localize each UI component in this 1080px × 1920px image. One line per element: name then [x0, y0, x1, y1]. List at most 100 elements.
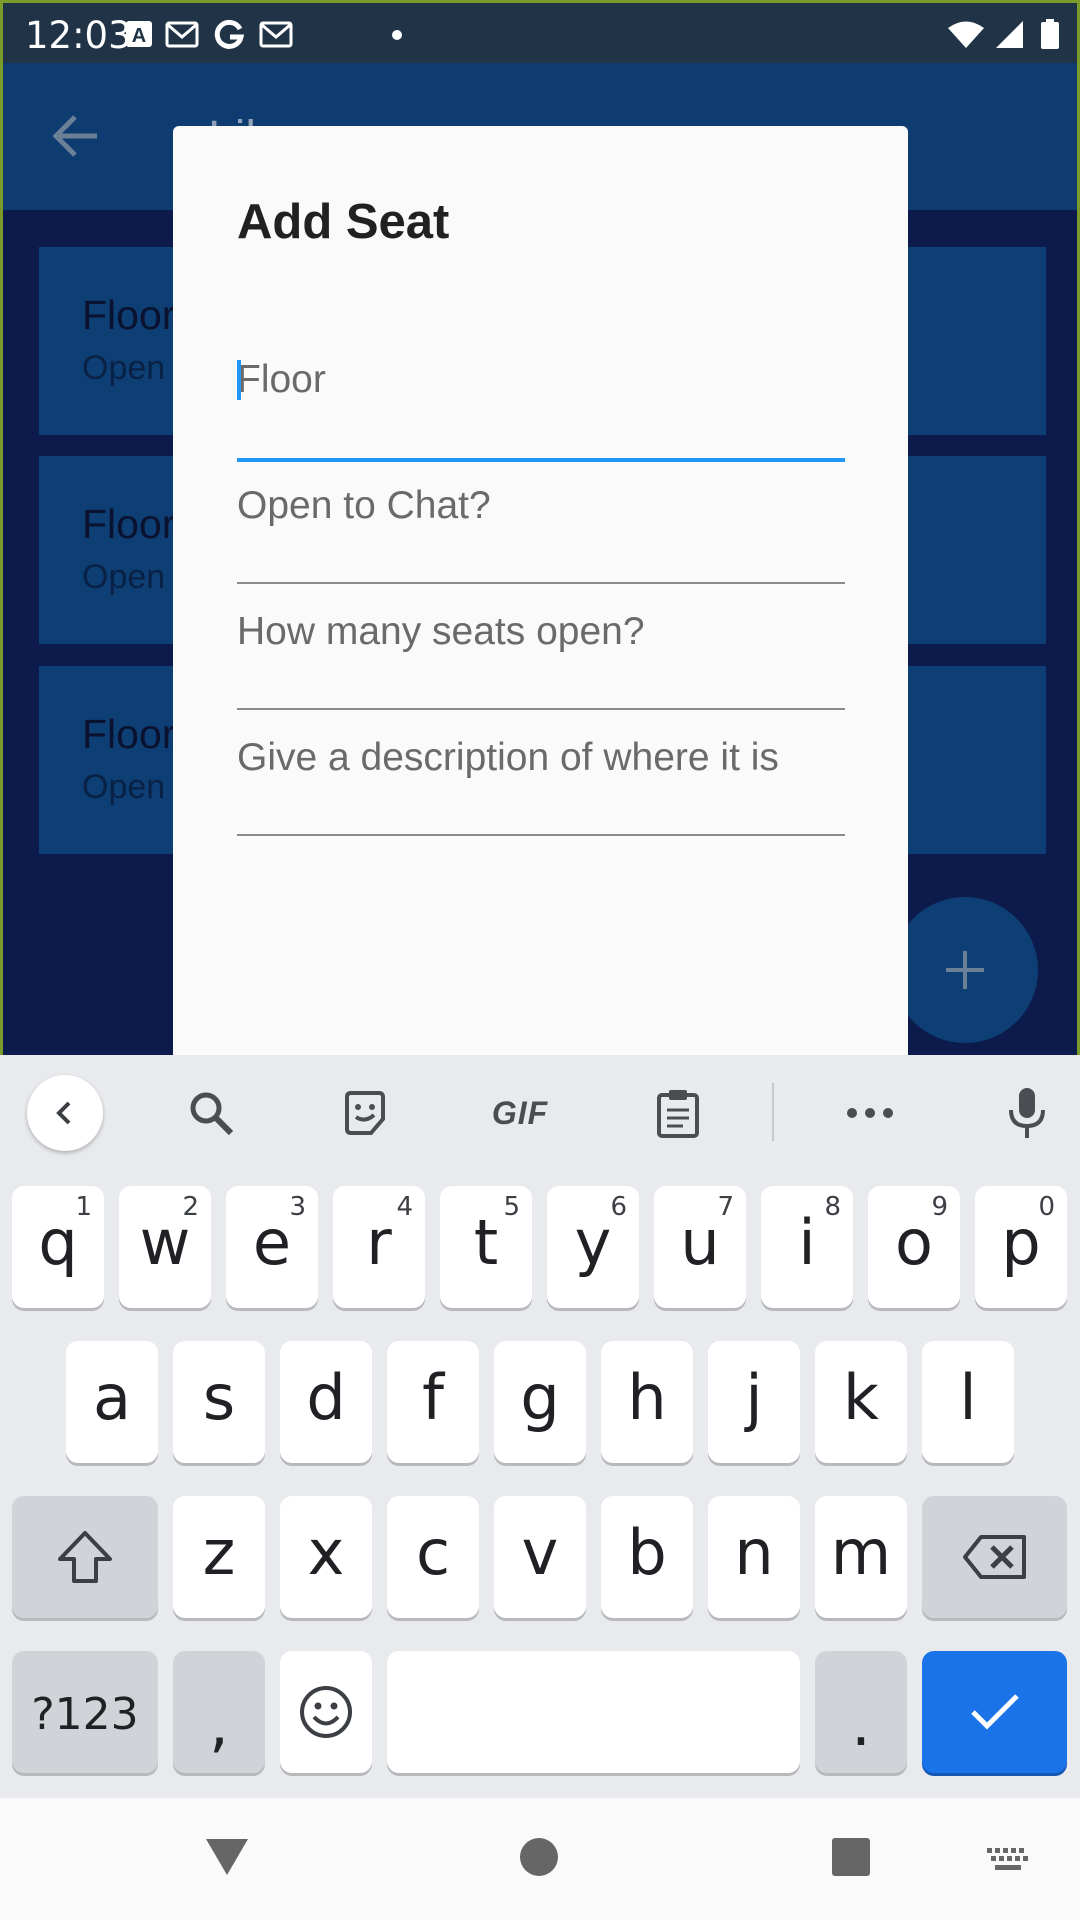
comma-key[interactable]: ,	[173, 1651, 265, 1773]
shift-key[interactable]	[12, 1496, 158, 1618]
key-d[interactable]: d	[280, 1341, 372, 1463]
key-label: i	[798, 1206, 816, 1279]
space-key[interactable]	[387, 1651, 800, 1773]
clipboard-icon	[657, 1090, 699, 1138]
key-i[interactable]: 8 i	[761, 1186, 853, 1308]
key-e[interactable]: 3 e	[226, 1186, 318, 1308]
key-label: s	[202, 1361, 236, 1434]
clipboard-button[interactable]	[640, 1075, 716, 1151]
symbols-key[interactable]: ?123	[12, 1651, 158, 1773]
key-y[interactable]: 6 y	[547, 1186, 639, 1308]
key-label: ?123	[31, 1689, 139, 1740]
key-label: v	[521, 1516, 559, 1589]
search-button[interactable]	[173, 1075, 249, 1151]
seat-floor-label: Floor	[82, 501, 176, 547]
key-a[interactable]: a	[66, 1341, 158, 1463]
text-cursor	[237, 360, 241, 400]
key-label: z	[202, 1516, 236, 1589]
open-to-chat-field[interactable]: Open to Chat?	[237, 464, 845, 584]
soft-keyboard: GIF 1 q 2 w 3 e 4 r 5 t 6 y 7 u 8 i 9 o …	[0, 1055, 1080, 1798]
toolbar-back-button[interactable]	[27, 1075, 103, 1151]
gif-label: GIF	[491, 1094, 549, 1131]
key-l[interactable]: l	[922, 1341, 1014, 1463]
google-icon	[214, 19, 245, 49]
emoji-key[interactable]	[280, 1651, 372, 1773]
home-icon[interactable]	[519, 1837, 559, 1877]
toolbar-divider	[772, 1083, 774, 1141]
key-n[interactable]: n	[708, 1496, 800, 1618]
key-label: .	[851, 1687, 871, 1760]
sticker-icon	[345, 1091, 385, 1135]
key-label: h	[627, 1361, 667, 1434]
battery-icon	[1041, 19, 1059, 49]
key-v[interactable]: v	[494, 1496, 586, 1618]
key-f[interactable]: f	[387, 1341, 479, 1463]
key-h[interactable]: h	[601, 1341, 693, 1463]
key-label: c	[415, 1516, 451, 1589]
key-label: k	[843, 1361, 879, 1434]
seats-open-field[interactable]: How many seats open?	[237, 590, 845, 710]
notification-dot	[392, 30, 402, 40]
key-label: t	[473, 1206, 499, 1279]
open-to-chat-placeholder: Open to Chat?	[237, 484, 491, 527]
floor-placeholder: Floor	[237, 358, 326, 401]
key-c[interactable]: c	[387, 1496, 479, 1618]
key-label: y	[574, 1206, 612, 1279]
add-seat-fab[interactable]	[892, 897, 1038, 1043]
key-p[interactable]: 0 p	[975, 1186, 1067, 1308]
more-button[interactable]	[832, 1075, 908, 1151]
status-time: 12:03	[25, 14, 132, 57]
description-placeholder: Give a description of where it is	[237, 736, 779, 779]
key-label: ,	[209, 1687, 229, 1760]
signal-icon	[996, 21, 1023, 48]
key-t[interactable]: 5 t	[440, 1186, 532, 1308]
key-b[interactable]: b	[601, 1496, 693, 1618]
seat-open-label: Open	[82, 349, 166, 387]
key-u[interactable]: 7 u	[654, 1186, 746, 1308]
key-label: b	[627, 1516, 667, 1589]
recents-icon[interactable]	[831, 1837, 871, 1877]
key-r[interactable]: 4 r	[333, 1186, 425, 1308]
gif-button[interactable]: GIF	[479, 1075, 561, 1151]
backspace-key[interactable]	[922, 1496, 1067, 1618]
back-triangle-icon[interactable]	[204, 1837, 250, 1877]
key-label: o	[895, 1206, 933, 1279]
key-w[interactable]: 2 w	[119, 1186, 211, 1308]
voice-input-button[interactable]	[989, 1075, 1065, 1151]
key-k[interactable]: k	[815, 1341, 907, 1463]
arrow-back-icon[interactable]	[51, 113, 101, 159]
key-z[interactable]: z	[173, 1496, 265, 1618]
svg-text:A: A	[132, 25, 146, 47]
seat-open-label: Open	[82, 558, 166, 596]
key-label: w	[139, 1206, 191, 1279]
keyboard-switch-icon[interactable]	[987, 1848, 1029, 1872]
key-o[interactable]: 9 o	[868, 1186, 960, 1308]
gmail-icon	[259, 21, 293, 48]
more-horizontal-icon	[847, 1108, 893, 1118]
key-m[interactable]: m	[815, 1496, 907, 1618]
key-label: j	[745, 1361, 763, 1434]
sticker-button[interactable]	[327, 1075, 403, 1151]
description-field[interactable]: Give a description of where it is	[237, 716, 845, 836]
add-seat-dialog: Add Seat Floor Open to Chat? How many se…	[173, 126, 908, 1056]
plus-icon	[946, 951, 984, 989]
key-label: x	[307, 1516, 345, 1589]
key-label: e	[252, 1206, 292, 1279]
backspace-icon	[962, 1535, 1026, 1579]
key-label: a	[93, 1361, 131, 1434]
navigation-bar	[0, 1798, 1080, 1920]
key-j[interactable]: j	[708, 1341, 800, 1463]
key-g[interactable]: g	[494, 1341, 586, 1463]
keyboard-toolbar: GIF	[0, 1055, 1080, 1170]
period-key[interactable]: .	[815, 1651, 907, 1773]
key-x[interactable]: x	[280, 1496, 372, 1618]
chevron-left-icon	[56, 1101, 71, 1125]
done-key[interactable]	[922, 1651, 1067, 1773]
key-q[interactable]: 1 q	[12, 1186, 104, 1308]
floor-field[interactable]: Floor	[237, 342, 845, 462]
key-label: n	[734, 1516, 774, 1589]
key-label: g	[520, 1361, 560, 1434]
search-icon	[190, 1092, 234, 1136]
key-s[interactable]: s	[173, 1341, 265, 1463]
check-icon	[970, 1694, 1019, 1730]
